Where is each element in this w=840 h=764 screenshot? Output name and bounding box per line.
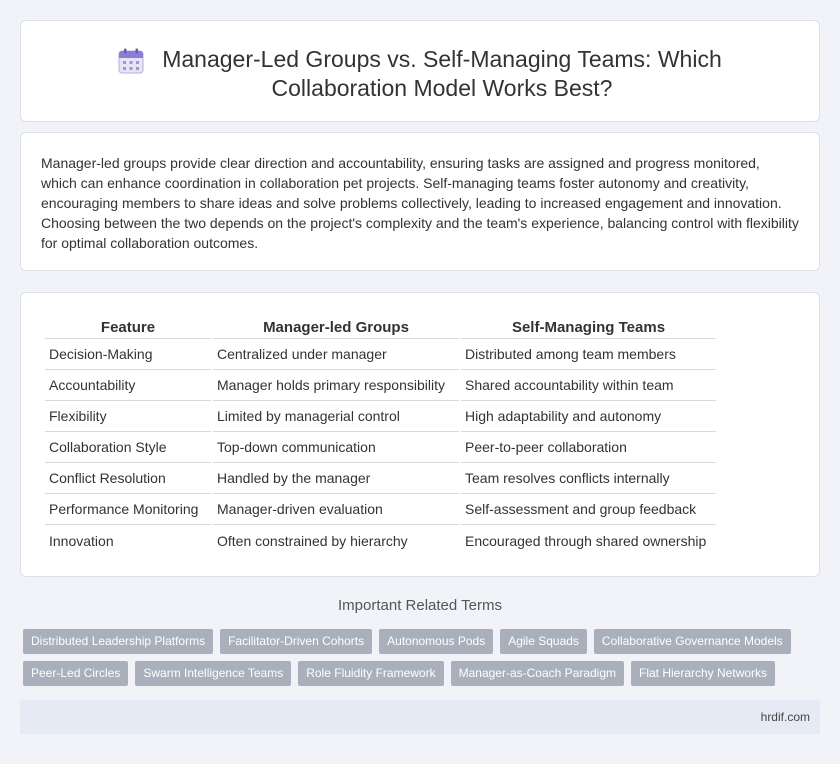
table-cell: Performance Monitoring xyxy=(45,494,211,525)
table-cell: Manager-driven evaluation xyxy=(213,494,459,525)
page-title: Manager-Led Groups vs. Self-Managing Tea… xyxy=(162,45,722,103)
table-row: Accountability Manager holds primary res… xyxy=(45,370,716,401)
tag-swarm-intelligence-teams[interactable]: Swarm Intelligence Teams xyxy=(135,661,292,686)
tag-distributed-leadership-platforms[interactable]: Distributed Leadership Platforms xyxy=(23,629,214,654)
table-cell: Centralized under manager xyxy=(213,339,459,370)
tag-collaborative-governance-models[interactable]: Collaborative Governance Models xyxy=(593,629,791,654)
comparison-card: Feature Manager-led Groups Self-Managing… xyxy=(20,292,820,577)
table-cell: Handled by the manager xyxy=(213,463,459,494)
tag-role-fluidity-framework[interactable]: Role Fluidity Framework xyxy=(298,661,444,686)
title-card: Manager-Led Groups vs. Self-Managing Tea… xyxy=(20,20,820,122)
tag-autonomous-pods[interactable]: Autonomous Pods xyxy=(379,629,494,654)
table-cell: Decision-Making xyxy=(45,339,211,370)
header-self-managing: Self-Managing Teams xyxy=(461,317,716,339)
table-cell: Top-down communication xyxy=(213,432,459,463)
table-cell: Manager holds primary responsibility xyxy=(213,370,459,401)
table-row: Performance Monitoring Manager-driven ev… xyxy=(45,494,716,525)
table-row: Collaboration Style Top-down communicati… xyxy=(45,432,716,463)
tag-agile-squads[interactable]: Agile Squads xyxy=(500,629,587,654)
table-cell: Accountability xyxy=(45,370,211,401)
related-terms: Distributed Leadership Platforms Facilit… xyxy=(23,629,823,693)
table-cell: Often constrained by hierarchy xyxy=(217,532,408,549)
tag-manager-as-coach-paradigm[interactable]: Manager-as-Coach Paradigm xyxy=(450,661,624,686)
table-row: Decision-Making Centralized under manage… xyxy=(45,339,716,370)
page-title-line1: Manager-Led Groups vs. Self-Managing Tea… xyxy=(162,46,722,72)
table-cell: High adaptability and autonomy xyxy=(461,401,716,432)
table-header-row: Feature Manager-led Groups Self-Managing… xyxy=(45,317,716,339)
tag-flat-hierarchy-networks[interactable]: Flat Hierarchy Networks xyxy=(631,661,776,686)
footer-site-link[interactable]: hrdif.com xyxy=(761,710,810,724)
comparison-table: Feature Manager-led Groups Self-Managing… xyxy=(43,317,718,556)
table-cell: Innovation xyxy=(49,532,114,549)
tag-row: Peer-Led Circles Swarm Intelligence Team… xyxy=(23,661,823,686)
header-manager-led: Manager-led Groups xyxy=(213,317,459,339)
table-cell: Limited by managerial control xyxy=(213,401,459,432)
footer: hrdif.com xyxy=(20,700,820,734)
table-cell: Peer-to-peer collaboration xyxy=(461,432,716,463)
table-cell: Distributed among team members xyxy=(461,339,716,370)
page-title-line2: Collaboration Model Works Best? xyxy=(271,75,613,101)
table-cell: Conflict Resolution xyxy=(45,463,211,494)
tag-facilitator-driven-cohorts[interactable]: Facilitator-Driven Cohorts xyxy=(220,629,373,654)
header-feature: Feature xyxy=(45,317,211,339)
table-cell: Encouraged through shared ownership xyxy=(465,532,707,549)
intro-card: Manager-led groups provide clear directi… xyxy=(20,132,820,271)
intro-paragraph: Manager-led groups provide clear directi… xyxy=(41,155,799,251)
table-cell: Flexibility xyxy=(45,401,211,432)
calendar-icon xyxy=(118,48,144,74)
table-cell: Self-assessment and group feedback xyxy=(461,494,716,525)
tag-peer-led-circles[interactable]: Peer-Led Circles xyxy=(23,661,129,686)
tag-row: Distributed Leadership Platforms Facilit… xyxy=(23,629,823,654)
title-wrap: Manager-Led Groups vs. Self-Managing Tea… xyxy=(21,21,819,103)
table-row: Flexibility Limited by managerial contro… xyxy=(45,401,716,432)
table-row: Conflict Resolution Handled by the manag… xyxy=(45,463,716,494)
table-cell: Shared accountability within team xyxy=(461,370,716,401)
related-terms-title: Important Related Terms xyxy=(338,597,502,614)
table-cell: Collaboration Style xyxy=(45,432,211,463)
table-cell: Team resolves conflicts internally xyxy=(461,463,716,494)
table-row: Innovation Often constrained by hierarch… xyxy=(45,525,716,556)
